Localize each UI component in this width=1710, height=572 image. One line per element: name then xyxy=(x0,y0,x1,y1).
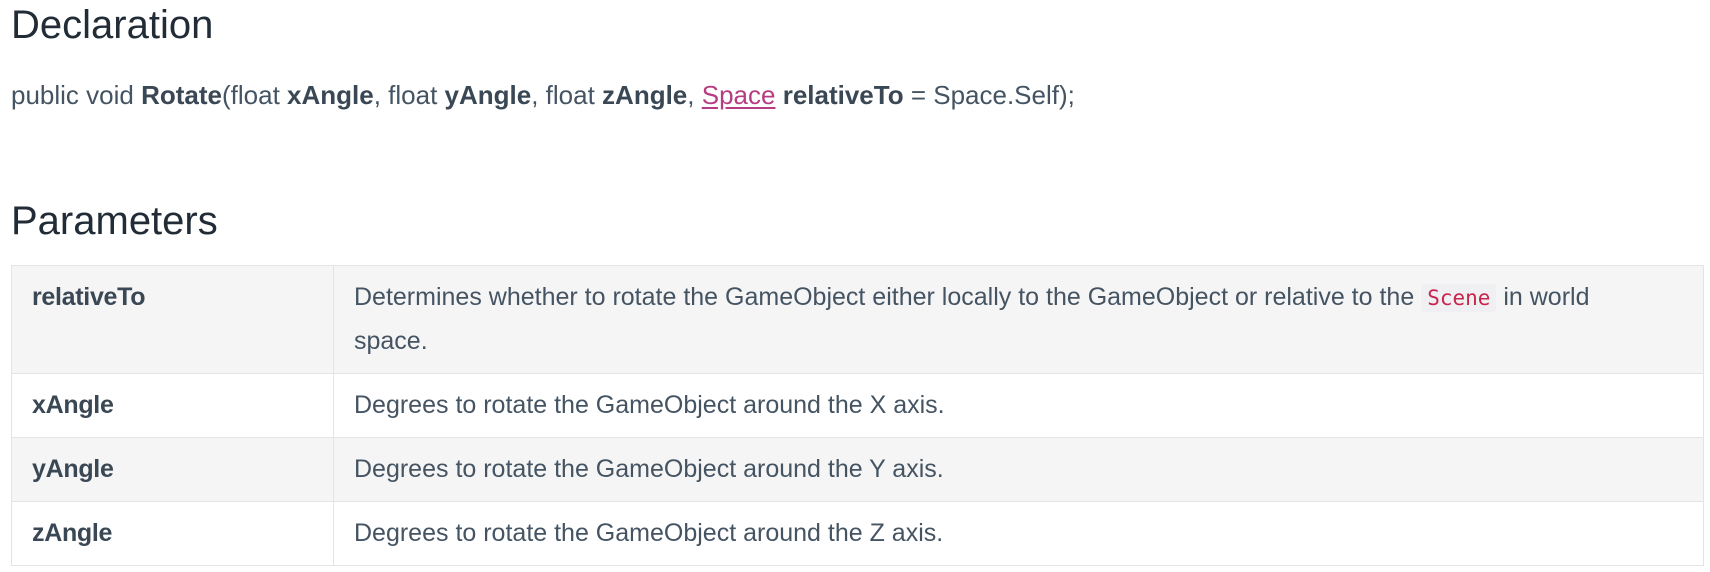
signature-method-name: Rotate xyxy=(141,80,222,110)
scene-code: Scene xyxy=(1421,284,1497,312)
signature-sep: , float xyxy=(531,80,603,110)
signature-open: (float xyxy=(221,80,288,110)
param-name: zAngle xyxy=(11,501,334,566)
signature-param-relativeto: relativeTo xyxy=(782,80,904,110)
signature-param-yangle: yAngle xyxy=(444,80,532,110)
param-name: yAngle xyxy=(11,437,334,502)
param-description: Degrees to rotate the GameObject around … xyxy=(333,373,1704,438)
signature-space xyxy=(775,80,782,110)
table-row: yAngle Degrees to rotate the GameObject … xyxy=(11,437,1704,502)
parameters-heading: Parameters xyxy=(11,199,218,243)
signature-param-zangle: zAngle xyxy=(602,80,688,110)
param-name: relativeTo xyxy=(11,265,334,374)
signature-sep: , xyxy=(687,80,702,110)
signature-default: = Space.Self); xyxy=(903,80,1075,110)
param-description: Degrees to rotate the GameObject around … xyxy=(333,501,1704,566)
signature-prefix: public void xyxy=(11,80,142,110)
table-row: zAngle Degrees to rotate the GameObject … xyxy=(11,501,1704,566)
table-row: relativeTo Determines whether to rotate … xyxy=(11,265,1704,374)
param-description: Determines whether to rotate the GameObj… xyxy=(333,265,1704,374)
param-name: xAngle xyxy=(11,373,334,438)
table-row: xAngle Degrees to rotate the GameObject … xyxy=(11,373,1704,438)
signature-param-xangle: xAngle xyxy=(287,80,374,110)
param-description: Degrees to rotate the GameObject around … xyxy=(333,437,1704,502)
space-type-link[interactable]: Space xyxy=(702,80,776,110)
method-signature: public void Rotate(float xAngle, float y… xyxy=(11,75,1075,115)
signature-sep: , float xyxy=(373,80,445,110)
parameters-table: relativeTo Determines whether to rotate … xyxy=(11,265,1704,566)
param-desc-text: Determines whether to rotate the GameObj… xyxy=(354,283,1422,311)
declaration-heading: Declaration xyxy=(11,3,214,47)
